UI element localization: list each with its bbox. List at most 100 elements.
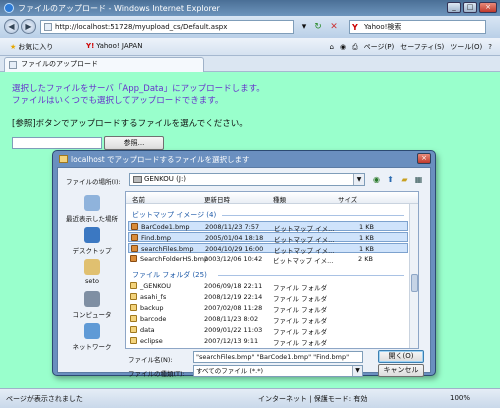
tools-menu[interactable]: ツール(O) bbox=[450, 41, 482, 53]
recent-places-icon bbox=[84, 195, 100, 211]
file-path-input[interactable] bbox=[12, 137, 102, 149]
yahoo-icon: Y bbox=[352, 23, 358, 32]
folder-icon bbox=[130, 282, 137, 289]
list-scrollbar[interactable] bbox=[409, 204, 418, 348]
minimize-button[interactable]: _ bbox=[447, 2, 461, 13]
folder-icon bbox=[59, 155, 68, 163]
forward-button[interactable]: ▶ bbox=[21, 19, 36, 34]
network-icon bbox=[84, 323, 100, 339]
folder-row[interactable]: data 2009/01/22 11:03 ファイル フォルダ bbox=[128, 325, 408, 336]
place-desktop[interactable]: デスクトップ bbox=[62, 227, 122, 257]
folder-icon bbox=[130, 326, 137, 333]
folder-name: _GENKOU bbox=[140, 282, 172, 290]
address-dropdown-icon[interactable]: ▾ bbox=[298, 21, 310, 33]
place-network[interactable]: ネットワーク bbox=[62, 323, 122, 353]
address-bar-row: ◀ ▶ http://localhost:51728/myupload_cs/D… bbox=[0, 16, 500, 38]
places-bar: 最近表示した場所 デスクトップ seto コンピュータ ネットワーク bbox=[62, 191, 122, 351]
address-input[interactable]: http://localhost:51728/myupload_cs/Defau… bbox=[40, 20, 294, 34]
page-icon bbox=[9, 61, 17, 69]
list-header: 名前 更新日時 種類 サイズ bbox=[126, 192, 418, 204]
folder-date: 2009/01/22 11:03 bbox=[204, 326, 263, 334]
status-bar: ページが表示されました インターネット | 保護モード: 有効 100% bbox=[0, 388, 500, 408]
group-header-bitmap[interactable]: ビットマップ イメージ (4) bbox=[132, 210, 216, 220]
look-in-label: ファイルの場所(I): bbox=[66, 178, 121, 186]
file-open-dialog: localhost でアップロードするファイルを選択します × ファイルの場所(… bbox=[52, 150, 436, 378]
folder-type: ファイル フォルダ bbox=[273, 306, 328, 314]
folder-type: ファイル フォルダ bbox=[273, 328, 328, 336]
stop-icon[interactable]: ✕ bbox=[328, 21, 340, 33]
folder-row[interactable]: asahi_fs 2008/12/19 22:14 ファイル フォルダ bbox=[128, 292, 408, 303]
look-in-select[interactable]: GENKOU (J:) ▼ bbox=[129, 173, 365, 186]
folder-name: backup bbox=[140, 304, 164, 312]
file-date: 2005/01/04 18:18 bbox=[205, 234, 264, 242]
safety-menu[interactable]: セーフティ(S) bbox=[400, 41, 444, 53]
file-size: 1 KB bbox=[359, 234, 374, 242]
dialog-title: localhost でアップロードするファイルを選択します bbox=[59, 154, 250, 165]
page-menu[interactable]: ページ(P) bbox=[364, 41, 395, 53]
folder-row[interactable]: backup 2007/02/08 11:28 ファイル フォルダ bbox=[128, 303, 408, 314]
file-size: 2 KB bbox=[358, 255, 373, 263]
chevron-down-icon: ▼ bbox=[353, 174, 364, 185]
window-title: ファイルのアップロード - Windows Internet Explorer bbox=[18, 4, 220, 13]
feeds-icon[interactable]: ◉ bbox=[340, 41, 346, 53]
upload-message-line1: 選択したファイルをサーバ「App_Data」にアップロードします。 bbox=[12, 84, 265, 94]
folder-name: data bbox=[140, 326, 155, 334]
maximize-button[interactable]: □ bbox=[463, 2, 477, 13]
command-bar: ⌂ ◉ ⎙ ページ(P) セーフティ(S) ツール(O) ? bbox=[330, 41, 493, 53]
star-icon: ★ bbox=[10, 43, 17, 51]
column-name[interactable]: 名前 bbox=[132, 194, 145, 204]
place-recent[interactable]: 最近表示した場所 bbox=[62, 195, 122, 225]
scrollbar-thumb[interactable] bbox=[411, 274, 418, 292]
open-button[interactable]: 開く(O) bbox=[378, 350, 424, 363]
tab-file-upload[interactable]: ファイルのアップロード bbox=[4, 57, 204, 72]
zoom-level[interactable]: 100% bbox=[450, 394, 470, 402]
up-folder-icon[interactable]: ⬆ bbox=[385, 174, 396, 185]
help-menu[interactable]: ? bbox=[488, 41, 492, 53]
cancel-button[interactable]: キャンセル bbox=[378, 364, 424, 377]
back-button[interactable]: ◀ bbox=[4, 19, 19, 34]
file-name: searchFiles.bmp bbox=[141, 245, 194, 253]
folder-name: asahi_fs bbox=[140, 293, 167, 301]
refresh-icon[interactable]: ↻ bbox=[312, 21, 324, 33]
favorites-button[interactable]: ★ お気に入り bbox=[10, 42, 53, 52]
search-engine-name: Yahoo!検索 bbox=[364, 23, 402, 31]
ie-logo-icon bbox=[4, 3, 14, 13]
close-button[interactable]: × bbox=[479, 2, 497, 13]
group-header-folder[interactable]: ファイル フォルダ (25) bbox=[132, 270, 207, 280]
instruction-text: [参照]ボタンでアップロードするファイルを選んでください。 bbox=[12, 119, 248, 129]
chevron-down-icon: ▼ bbox=[352, 366, 362, 376]
filename-input[interactable]: "searchFiles.bmp" "BarCode1.bmp" "Find.b… bbox=[193, 351, 363, 363]
file-row[interactable]: Find.bmp 2005/01/04 18:18 ビットマップ イメ... 1… bbox=[128, 232, 408, 244]
new-folder-icon[interactable]: ▰ bbox=[399, 174, 410, 185]
search-input[interactable]: Y Yahoo!検索 bbox=[349, 20, 486, 34]
folder-row[interactable]: eclipse 2007/12/13 9:11 ファイル フォルダ bbox=[128, 336, 408, 347]
file-row[interactable]: BarCode1.bmp 2008/11/23 7:57 ビットマップ イメ..… bbox=[128, 221, 408, 233]
folder-date: 2007/12/13 9:11 bbox=[204, 337, 259, 345]
folder-row[interactable]: barcode 2008/11/23 8:02 ファイル フォルダ bbox=[128, 314, 408, 325]
column-size[interactable]: サイズ bbox=[338, 194, 357, 204]
place-user[interactable]: seto bbox=[62, 259, 122, 289]
dialog-toolbar: ◉ ⬆ ▰ ▦ bbox=[371, 174, 424, 185]
bitmap-file-icon bbox=[131, 223, 138, 230]
place-label: ネットワーク bbox=[72, 343, 112, 351]
folder-icon bbox=[130, 337, 137, 344]
home-icon[interactable]: ⌂ bbox=[330, 41, 334, 53]
folder-row[interactable]: _GENKOU 2006/09/18 22:11 ファイル フォルダ bbox=[128, 281, 408, 292]
filetype-select[interactable]: すべてのファイル (*.*) ▼ bbox=[193, 365, 363, 377]
favorite-link-yahoo[interactable]: Y! Yahoo! JAPAN bbox=[86, 42, 142, 50]
place-computer[interactable]: コンピュータ bbox=[62, 291, 122, 321]
column-type[interactable]: 種類 bbox=[273, 194, 286, 204]
dialog-close-button[interactable]: × bbox=[417, 153, 431, 164]
file-row[interactable]: SearchFolderHS.bmp 2003/12/06 10:42 ビットマ… bbox=[128, 254, 408, 265]
back-icon[interactable]: ◉ bbox=[371, 174, 382, 185]
desktop-icon bbox=[84, 227, 100, 243]
favorites-label: お気に入り bbox=[18, 43, 54, 51]
file-row[interactable]: searchFiles.bmp 2004/10/29 16:00 ビットマップ … bbox=[128, 243, 408, 255]
column-date[interactable]: 更新日時 bbox=[204, 194, 230, 204]
print-icon[interactable]: ⎙ bbox=[352, 41, 358, 53]
tab-label: ファイルのアップロード bbox=[21, 60, 98, 68]
view-menu-icon[interactable]: ▦ bbox=[413, 174, 424, 185]
file-date: 2003/12/06 10:42 bbox=[204, 255, 263, 263]
folder-icon bbox=[130, 293, 137, 300]
browse-button[interactable]: 参照... bbox=[104, 136, 164, 150]
